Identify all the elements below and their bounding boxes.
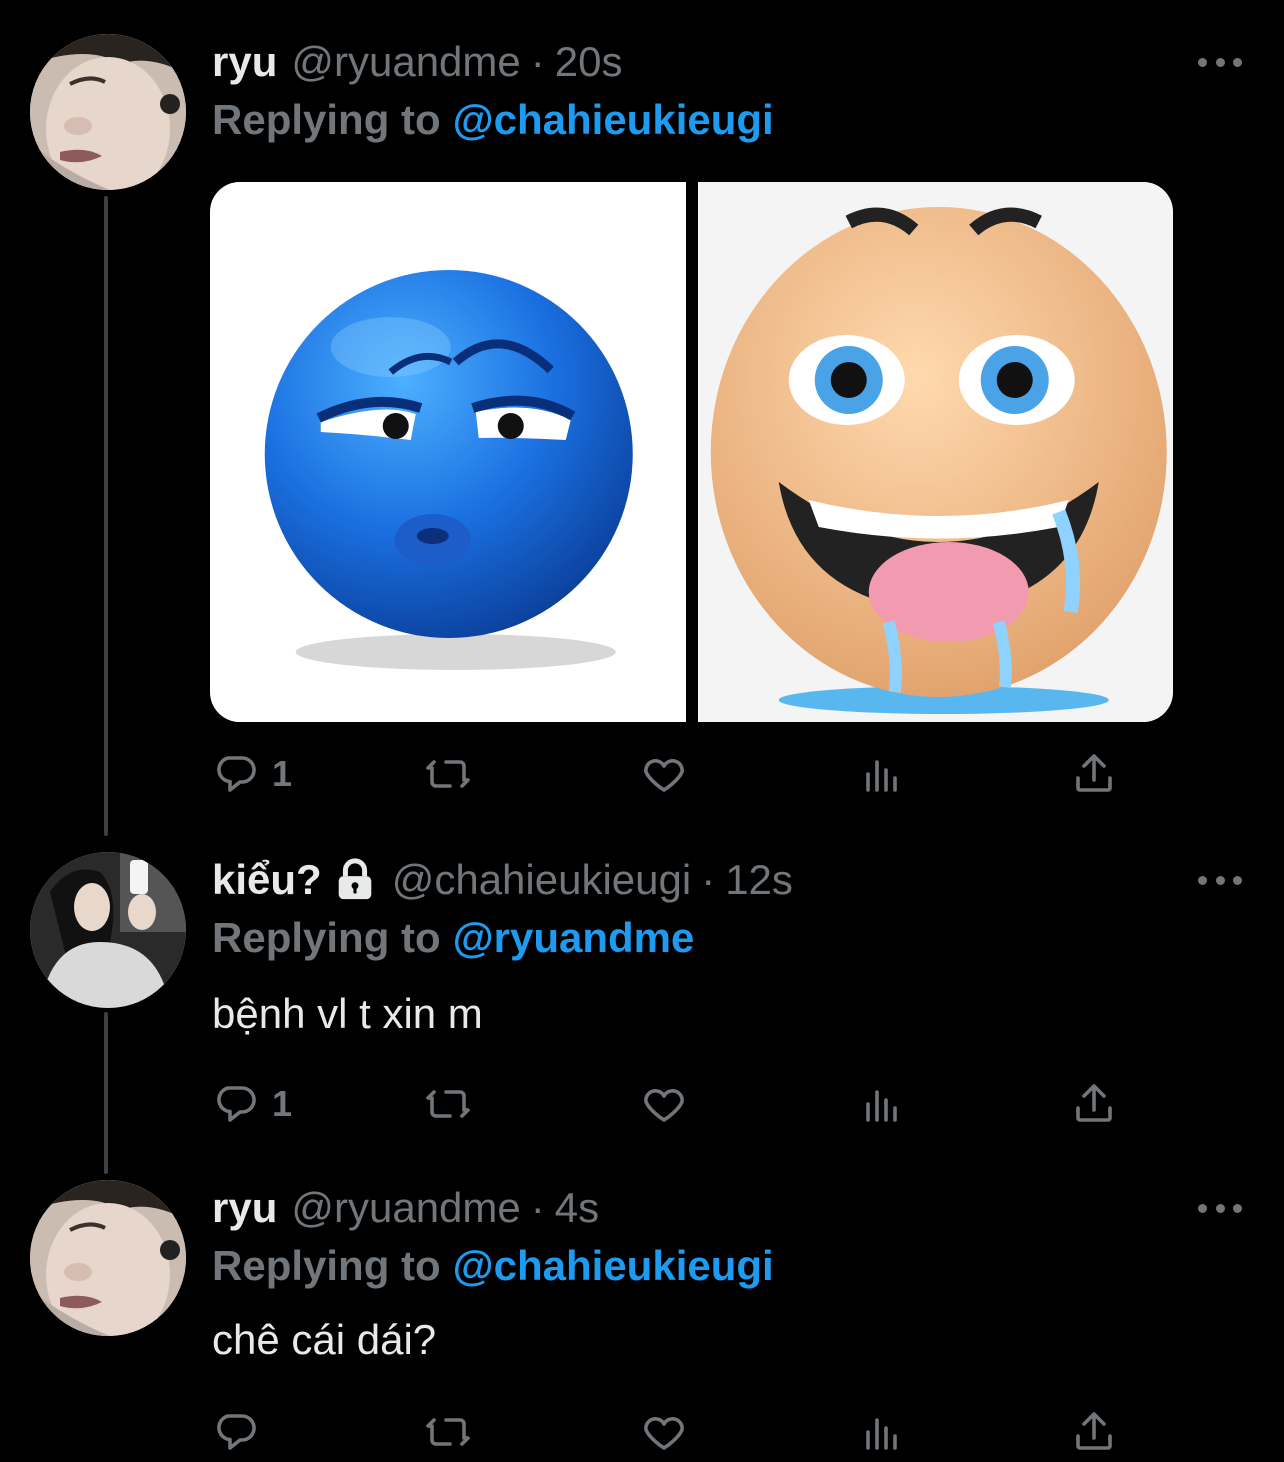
separator-dot: · bbox=[530, 1184, 545, 1231]
reply-icon bbox=[217, 1414, 256, 1450]
like-icon bbox=[644, 759, 684, 792]
analytics-icon bbox=[866, 760, 897, 792]
tweet-actions: 1 bbox=[212, 744, 1122, 804]
more-icon[interactable] bbox=[1198, 866, 1242, 894]
replying-label: Replying to bbox=[212, 1242, 441, 1289]
tweet-actions: 1 bbox=[212, 1074, 1122, 1134]
replying-to: Replying to @chahieukieugi bbox=[212, 92, 774, 148]
separator-dot: · bbox=[701, 856, 716, 903]
tweet[interactable]: ryu @ryuandme · 20s Replying to @chahieuk… bbox=[0, 34, 1284, 824]
blue-emoji-image bbox=[210, 182, 685, 722]
timestamp[interactable]: 20s bbox=[555, 34, 623, 90]
reply-count: 1 bbox=[272, 1083, 293, 1124]
username[interactable]: @chahieukieugi bbox=[392, 852, 692, 908]
analytics-button[interactable] bbox=[858, 744, 906, 804]
replying-to: Replying to @ryuandme bbox=[212, 910, 694, 966]
analytics-icon bbox=[866, 1418, 897, 1450]
username[interactable]: @ryuandme bbox=[291, 1180, 520, 1236]
display-name[interactable]: kiểu? bbox=[212, 852, 322, 908]
tweet-text: bệnh vl t xin m bbox=[212, 990, 483, 1037]
username[interactable]: @ryuandme bbox=[291, 34, 520, 90]
tweet[interactable]: kiểu? @chahieukieugi · 12s Replying to @r… bbox=[0, 852, 1284, 1152]
share-icon bbox=[1076, 1412, 1112, 1450]
mention-link[interactable]: @chahieukieugi bbox=[453, 1242, 774, 1289]
like-icon bbox=[644, 1089, 684, 1122]
analytics-button[interactable] bbox=[858, 1402, 906, 1462]
avatar-photo bbox=[30, 852, 186, 1008]
replying-to: Replying to @chahieukieugi bbox=[212, 1238, 774, 1294]
avatar[interactable] bbox=[30, 852, 186, 1008]
tweet[interactable]: ryu @ryuandme · 4s Replying to @chahieuki… bbox=[0, 1180, 1284, 1456]
analytics-button[interactable] bbox=[858, 1074, 906, 1134]
share-icon bbox=[1076, 1084, 1112, 1122]
like-icon bbox=[644, 1417, 684, 1450]
reply-button[interactable]: 1 bbox=[212, 1074, 292, 1134]
more-icon[interactable] bbox=[1198, 1194, 1242, 1222]
like-button[interactable] bbox=[640, 1402, 688, 1462]
media-grid bbox=[210, 182, 1173, 722]
share-icon bbox=[1076, 754, 1112, 792]
timestamp[interactable]: 4s bbox=[555, 1180, 599, 1236]
retweet-icon bbox=[426, 1418, 470, 1446]
mention-link[interactable]: @ryuandme bbox=[453, 914, 695, 961]
retweet-button[interactable] bbox=[424, 1402, 472, 1462]
share-button[interactable] bbox=[1070, 744, 1118, 804]
analytics-icon bbox=[866, 1090, 897, 1122]
display-name[interactable]: ryu bbox=[212, 1180, 277, 1236]
tweet-text: chê cái dái? bbox=[212, 1316, 437, 1363]
media-image[interactable] bbox=[210, 182, 686, 722]
separator-dot: · bbox=[530, 38, 545, 85]
timestamp[interactable]: 12s bbox=[725, 852, 793, 908]
tweet-actions bbox=[212, 1402, 1122, 1462]
like-button[interactable] bbox=[640, 744, 688, 804]
avatar-photo bbox=[30, 34, 186, 190]
retweet-button[interactable] bbox=[424, 1074, 472, 1134]
display-name[interactable]: ryu bbox=[212, 34, 277, 90]
replying-label: Replying to bbox=[212, 914, 441, 961]
replying-label: Replying to bbox=[212, 96, 441, 143]
media-image[interactable] bbox=[697, 182, 1173, 722]
share-button[interactable] bbox=[1070, 1402, 1118, 1462]
reply-button[interactable]: 1 bbox=[212, 744, 292, 804]
avatar-photo bbox=[30, 1180, 186, 1336]
avatar[interactable] bbox=[30, 1180, 186, 1336]
retweet-icon bbox=[426, 1090, 470, 1118]
reply-count: 1 bbox=[272, 753, 293, 794]
retweet-button[interactable] bbox=[424, 744, 472, 804]
share-button[interactable] bbox=[1070, 1074, 1118, 1134]
like-button[interactable] bbox=[640, 1074, 688, 1134]
mention-link[interactable]: @chahieukieugi bbox=[453, 96, 774, 143]
reply-button[interactable] bbox=[212, 1402, 272, 1462]
lock-icon bbox=[338, 858, 371, 900]
drooling-emoji-image bbox=[698, 182, 1173, 722]
more-icon[interactable] bbox=[1198, 48, 1242, 76]
avatar[interactable] bbox=[30, 34, 186, 190]
retweet-icon bbox=[426, 760, 470, 788]
reply-icon bbox=[217, 1086, 256, 1122]
reply-icon bbox=[217, 756, 256, 792]
